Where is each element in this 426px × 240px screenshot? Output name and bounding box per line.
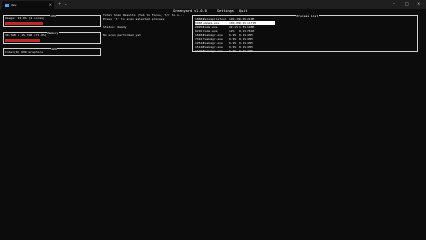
memory-panel: Memory 10.7GB / 15.7GB (71.0%) [3, 30, 101, 44]
tab-close-button[interactable]: × [49, 2, 52, 8]
gpu-panel: GPU Intel(R) UHD Graphics [3, 46, 101, 56]
memory-panel-title: Memory [47, 30, 59, 35]
memory-usage-label: 10.7GB / 15.7GB (71.0%) [5, 33, 47, 37]
process-res: 44M [247, 49, 253, 53]
maximize-button[interactable]: □ [405, 1, 409, 7]
window-titlebar: dev × + ⌄ – □ × [0, 0, 426, 9]
scan-result-text: No scan performed yet [103, 33, 141, 37]
scan-hint: Press 't' to scan selected process [103, 16, 165, 21]
cpu-usage-label: Usage: 91.0% (4 cores) [5, 16, 45, 20]
tab-dropdown-button[interactable]: ⌄ [64, 2, 67, 6]
scan-status: Status: Ready [103, 25, 127, 29]
menu-settings[interactable]: Settings [217, 9, 234, 13]
process-cpu: 6.9% [229, 49, 237, 53]
cpu-usage-bar [5, 22, 44, 25]
process-pid: 11264 [195, 49, 205, 53]
close-window-button[interactable]: × [417, 1, 420, 7]
cpu-panel: CPU Usage: 91.0% (4 cores) [3, 13, 101, 27]
process-row[interactable]: 11264 Taskmgr.exe 6.9% 0.1% 44M [195, 49, 275, 53]
new-tab-button[interactable]: + [58, 2, 61, 6]
terminal-tab[interactable]: dev × [2, 1, 54, 9]
process-list-title: Process List [296, 13, 319, 18]
process-mem: 0.1% [239, 49, 247, 53]
gpu-panel-title: GPU [51, 46, 58, 51]
process-table: 18884 VsCompileTool 190.1% 0.0% 210M 6080 vmme… [195, 17, 275, 53]
terminal-icon [5, 3, 9, 7]
cpu-panel-title: CPU [50, 13, 57, 18]
gpu-name-label: Intel(R) UHD Graphics [5, 50, 43, 54]
memory-usage-bar [5, 39, 40, 42]
menu-quit[interactable]: Quit [239, 9, 247, 13]
tab-title: dev [11, 3, 17, 7]
minimize-button[interactable]: – [393, 1, 395, 7]
process-name: Taskmgr.exe [203, 49, 223, 53]
